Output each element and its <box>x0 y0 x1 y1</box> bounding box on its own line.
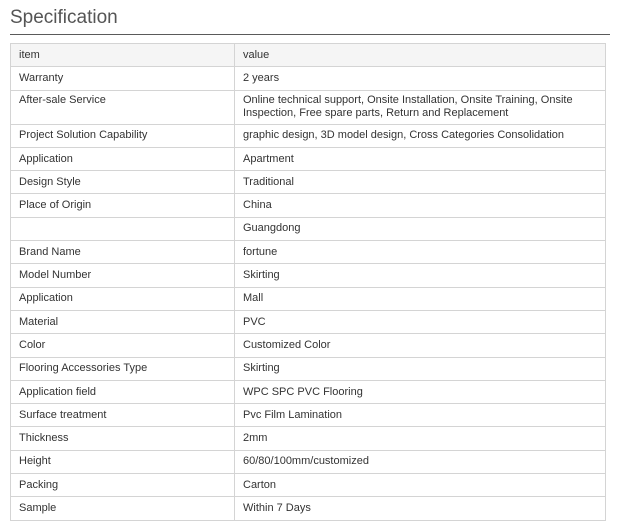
header-item: item <box>10 42 235 68</box>
row-value: WPC SPC PVC Flooring <box>234 379 606 405</box>
row-item: Brand Name <box>10 240 235 265</box>
row-value: graphic design, 3D model design, Cross C… <box>234 123 606 148</box>
table-row: Sample Within 7 Days <box>10 496 606 521</box>
table-row: Warranty 2 years <box>10 66 606 91</box>
row-value: Mall <box>234 286 606 311</box>
row-value: Within 7 Days <box>234 496 606 521</box>
row-value: 60/80/100mm/customized <box>234 449 606 475</box>
row-value: Online technical support, Onsite Install… <box>234 89 606 125</box>
row-item: Application <box>10 286 235 311</box>
row-item: Place of Origin <box>10 193 235 218</box>
row-value: Customized Color <box>234 333 606 358</box>
table-row: Material PVC <box>10 309 606 335</box>
page-title: Specification <box>10 7 118 28</box>
row-item: Height <box>10 449 235 475</box>
row-item: Sample <box>10 496 235 521</box>
specification-table: item value Warranty 2 years After-sale S… <box>10 42 606 521</box>
table-row: Packing Carton <box>10 473 606 498</box>
table-row: After-sale Service Online technical supp… <box>10 89 606 125</box>
row-value: 2 years <box>234 66 606 91</box>
table-header-row: item value <box>10 42 606 68</box>
table-row: Surface treatment Pvc Film Lamination <box>10 403 606 428</box>
row-value: Guangdong <box>234 216 606 242</box>
row-value: fortune <box>234 240 606 265</box>
table-row: Model Number Skirting <box>10 263 606 288</box>
row-item <box>10 216 235 242</box>
row-item: Flooring Accessories Type <box>10 356 235 381</box>
table-row: Guangdong <box>10 216 606 242</box>
row-item: After-sale Service <box>10 89 235 125</box>
row-value: China <box>234 193 606 218</box>
table-row: Place of Origin China <box>10 193 606 218</box>
row-value: Traditional <box>234 170 606 195</box>
row-item: Design Style <box>10 170 235 195</box>
row-item: Surface treatment <box>10 403 235 428</box>
table-row: Project Solution Capability graphic desi… <box>10 123 606 148</box>
table-row: Thickness 2mm <box>10 426 606 451</box>
row-item: Project Solution Capability <box>10 123 235 148</box>
row-item: Material <box>10 309 235 335</box>
title-divider <box>10 34 610 35</box>
row-value: Skirting <box>234 356 606 381</box>
row-item: Thickness <box>10 426 235 451</box>
row-value: Skirting <box>234 263 606 288</box>
row-value: Pvc Film Lamination <box>234 403 606 428</box>
row-item: Warranty <box>10 66 235 91</box>
row-item: Model Number <box>10 263 235 288</box>
table-row: Height 60/80/100mm/customized <box>10 449 606 475</box>
table-row: Brand Name fortune <box>10 240 606 265</box>
row-value: PVC <box>234 309 606 335</box>
table-row: Application field WPC SPC PVC Flooring <box>10 379 606 405</box>
row-item: Color <box>10 333 235 358</box>
table-row: Application Apartment <box>10 146 606 172</box>
row-item: Application <box>10 146 235 172</box>
table-row: Design Style Traditional <box>10 170 606 195</box>
table-row: Color Customized Color <box>10 333 606 358</box>
table-row: Application Mall <box>10 286 606 311</box>
row-value: Apartment <box>234 146 606 172</box>
row-item: Packing <box>10 473 235 498</box>
header-value: value <box>234 42 606 68</box>
row-value: Carton <box>234 473 606 498</box>
row-item: Application field <box>10 379 235 405</box>
table-row: Flooring Accessories Type Skirting <box>10 356 606 381</box>
row-value: 2mm <box>234 426 606 451</box>
